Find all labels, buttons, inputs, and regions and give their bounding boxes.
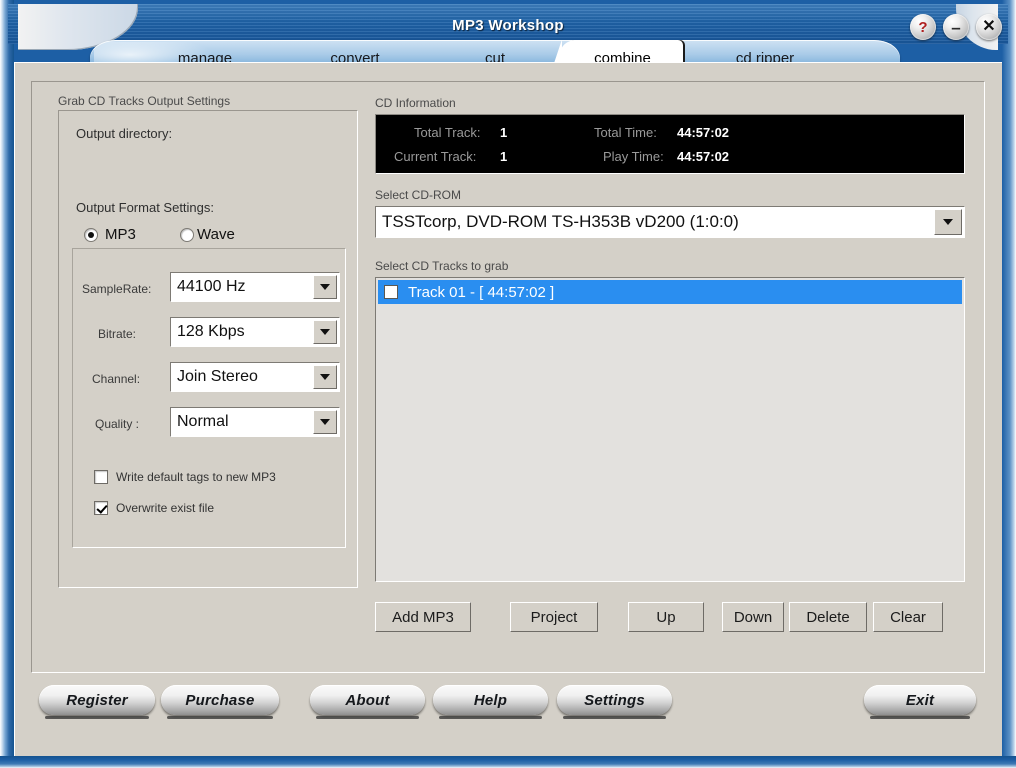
output-directory-value[interactable] [76,146,336,176]
bitrate-dropdown-arrow[interactable] [313,320,337,344]
output-format-label: Output Format Settings: [76,200,215,215]
write-default-tags-label: Write default tags to new MP3 [116,470,276,484]
register-button[interactable]: Register [39,685,155,719]
radio-mp3-icon[interactable] [84,227,98,242]
window-controls: ? – ✕ [910,14,1002,40]
chevron-down-icon [320,374,330,380]
down-button[interactable]: Down [722,602,784,632]
clear-button[interactable]: Clear [873,602,943,632]
list-item[interactable]: Track 01 - [ 44:57:02 ] [378,280,962,304]
chevron-down-icon [320,284,330,290]
cdrom-combo[interactable]: TSSTcorp, DVD-ROM TS-H353B vD200 (1:0:0) [375,206,965,238]
help-button[interactable]: Help [433,685,548,719]
select-cdrom-label: Select CD-ROM [375,188,462,202]
write-default-tags-checkbox[interactable] [94,470,108,484]
radio-mp3-label: MP3 [105,226,136,243]
current-track-label: Current Track: [394,149,477,164]
channel-label: Channel: [92,372,141,386]
exit-button[interactable]: Exit [864,685,976,719]
app-title: MP3 Workshop [452,17,564,34]
total-track-value: 1 [500,125,508,140]
total-track-label: Total Track: [414,125,481,140]
title-bar: MP3 Workshop [8,4,1008,50]
quality-value: Normal [177,413,229,430]
quality-label: Quality : [95,417,140,431]
current-track-value: 1 [500,149,508,164]
quality-combo[interactable]: Normal [170,407,340,437]
channel-value: Join Stereo [177,368,258,385]
bitrate-value: 128 Kbps [177,323,245,340]
window-frame-right [1002,0,1016,768]
total-time-label: Total Time: [594,125,657,140]
track-label: Track 01 - [ 44:57:02 ] [408,283,555,301]
add-mp3-button[interactable]: Add MP3 [375,602,471,632]
settings-button[interactable]: Settings [557,685,672,719]
play-time-value: 44:57:02 [677,149,730,164]
channel-combo[interactable]: Join Stereo [170,362,340,392]
total-time-value: 44:57:02 [677,125,730,140]
cd-information-label: CD Information [375,96,456,110]
delete-button[interactable]: Delete [789,602,867,632]
overwrite-exist-file-checkbox[interactable] [94,501,108,515]
bitrate-label: Bitrate: [98,327,137,341]
track-checkbox[interactable] [384,285,398,299]
radio-wave-label: Wave [197,226,235,243]
project-button[interactable]: Project [510,602,598,632]
quality-dropdown-arrow[interactable] [313,410,337,434]
samplerate-combo[interactable]: 44100 Hz [170,272,340,302]
minimize-icon[interactable]: – [943,14,969,40]
radio-wave-icon[interactable] [180,227,194,242]
window-frame-bottom [0,756,1016,768]
cdrom-value: TSSTcorp, DVD-ROM TS-H353B vD200 (1:0:0) [382,212,739,231]
channel-dropdown-arrow[interactable] [313,365,337,389]
cd-tracks-listbox[interactable]: Track 01 - [ 44:57:02 ] [375,277,965,582]
chevron-down-icon [943,219,953,225]
app-window: MP3 Workshop ? – ✕ manage convert cut co… [0,0,1016,768]
output-directory-label: Output directory: [76,126,173,141]
grab-settings-group-label: Grab CD Tracks Output Settings [58,94,231,108]
play-time-label: Play Time: [603,149,664,164]
up-button[interactable]: Up [628,602,704,632]
samplerate-value: 44100 Hz [177,278,246,295]
about-button[interactable]: About [310,685,425,719]
overwrite-exist-file-checkbox-row[interactable]: Overwrite exist file [94,501,214,515]
purchase-button[interactable]: Purchase [161,685,279,719]
window-frame-left [0,0,14,768]
format-radio-wave[interactable]: Wave [180,226,235,243]
bitrate-combo[interactable]: 128 Kbps [170,317,340,347]
samplerate-label: SampleRate: [82,282,152,296]
cd-information-panel: Total Track: 1 Current Track: 1 Total Ti… [375,114,965,174]
close-icon[interactable]: ✕ [976,14,1002,40]
write-default-tags-checkbox-row[interactable]: Write default tags to new MP3 [94,470,276,484]
chevron-down-icon [320,329,330,335]
chevron-down-icon [320,419,330,425]
client-area: Grab CD Tracks Output Settings Output di… [14,62,1002,756]
help-icon[interactable]: ? [910,14,936,40]
samplerate-dropdown-arrow[interactable] [313,275,337,299]
content-panel: Grab CD Tracks Output Settings Output di… [31,81,985,673]
overwrite-exist-file-label: Overwrite exist file [116,501,215,515]
select-tracks-label: Select CD Tracks to grab [375,259,509,273]
cdrom-dropdown-arrow[interactable] [934,209,962,235]
format-radio-mp3[interactable]: MP3 [84,226,136,243]
